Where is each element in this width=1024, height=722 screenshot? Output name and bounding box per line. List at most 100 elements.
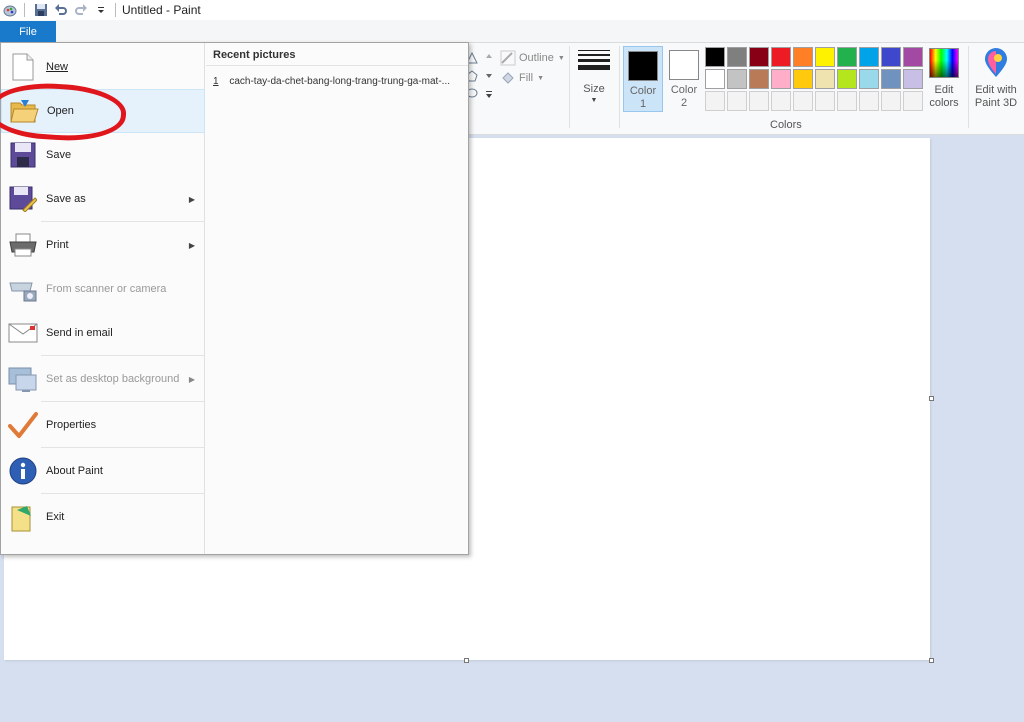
- palette-custom-slot[interactable]: [859, 91, 879, 111]
- save-icon[interactable]: [31, 1, 51, 19]
- redo-icon[interactable]: [71, 1, 91, 19]
- resize-handle-right[interactable]: [929, 396, 934, 401]
- customize-qat-icon[interactable]: [91, 1, 111, 19]
- desktop-monitor-icon: [7, 363, 39, 395]
- palette-color-swatch[interactable]: [859, 69, 879, 89]
- undo-icon[interactable]: [51, 1, 71, 19]
- menu-divider: [41, 401, 205, 402]
- exit-door-icon: [7, 501, 39, 533]
- scroll-up-icon[interactable]: [485, 52, 493, 60]
- palette-color-swatch[interactable]: [859, 47, 879, 67]
- size-dropdown-icon: ▼: [590, 97, 598, 104]
- resize-handle-bottom[interactable]: [464, 658, 469, 663]
- menu-item-set-desktop-background[interactable]: Set as desktop background ▶: [1, 357, 205, 401]
- shapes-group: Outline ▼ Fill ▼: [460, 48, 570, 124]
- paint3d-icon: [981, 48, 1011, 78]
- edit-colors-icon: [929, 48, 959, 78]
- palette-custom-slot[interactable]: [705, 91, 725, 111]
- color1-label: Color 1: [629, 85, 657, 110]
- fill-label: Fill: [519, 72, 534, 84]
- file-tab[interactable]: File: [0, 21, 56, 42]
- menu-item-open[interactable]: Open: [1, 89, 205, 133]
- menu-label: Save as: [46, 193, 86, 205]
- color2-label: Color 2: [670, 84, 698, 109]
- resize-handle-corner[interactable]: [929, 658, 934, 663]
- menu-label: Set as desktop background: [46, 373, 180, 385]
- outline-label: Outline: [519, 52, 554, 64]
- email-envelope-icon: [7, 317, 39, 349]
- submenu-arrow-icon: ▶: [188, 240, 195, 250]
- menu-label: Exit: [46, 511, 65, 523]
- menu-label: Open: [47, 105, 74, 117]
- colors-group-label: Colors: [770, 119, 802, 131]
- palette-custom-slot[interactable]: [837, 91, 857, 111]
- palette-color-swatch[interactable]: [837, 69, 857, 89]
- file-menu: New Open Save Save as ▶ Print ▶ From sca…: [0, 42, 469, 555]
- menu-item-save-as[interactable]: Save as ▶: [1, 177, 205, 221]
- color2-button[interactable]: Color 2: [664, 46, 704, 112]
- recent-item[interactable]: 1 cach-tay-da-chet-bang-long-trang-trung…: [213, 76, 465, 87]
- palette-color-swatch[interactable]: [749, 69, 769, 89]
- scroll-down-icon[interactable]: [485, 72, 493, 80]
- ribbon-group-separator: [569, 46, 570, 128]
- palette-color-swatch[interactable]: [705, 47, 725, 67]
- edit-paint3d-button[interactable]: Edit with Paint 3D: [970, 48, 1022, 118]
- palette-color-swatch[interactable]: [793, 69, 813, 89]
- menu-label: New: [46, 61, 69, 73]
- palette-color-swatch[interactable]: [727, 47, 747, 67]
- palette-color-swatch[interactable]: [771, 47, 791, 67]
- palette-color-swatch[interactable]: [837, 47, 857, 67]
- color1-button[interactable]: Color 1: [623, 46, 663, 112]
- menu-item-exit[interactable]: Exit: [1, 495, 205, 539]
- menu-item-from-scanner[interactable]: From scanner or camera: [1, 267, 205, 311]
- palette-custom-slot[interactable]: [815, 91, 835, 111]
- menu-item-send-email[interactable]: Send in email: [1, 311, 205, 355]
- palette-color-swatch[interactable]: [727, 69, 747, 89]
- menu-item-properties[interactable]: Properties: [1, 403, 205, 447]
- menu-label: From scanner or camera: [46, 283, 167, 295]
- qat-separator: [115, 3, 116, 17]
- info-icon: [7, 455, 39, 487]
- edit-colors-button[interactable]: Edit colors: [920, 48, 968, 118]
- palette-color-swatch[interactable]: [815, 47, 835, 67]
- edit-paint3d-label: Edit with Paint 3D: [974, 84, 1018, 109]
- palette-custom-slot[interactable]: [793, 91, 813, 111]
- palette-color-swatch[interactable]: [705, 69, 725, 89]
- qat-separator: [24, 3, 25, 17]
- menu-label: Properties: [46, 419, 97, 431]
- menu-divider: [41, 493, 205, 494]
- color-palette: [705, 47, 923, 111]
- color1-swatch: [628, 51, 658, 81]
- palette-color-swatch[interactable]: [881, 47, 901, 67]
- paint-app-icon[interactable]: [0, 1, 20, 19]
- menu-divider: [41, 355, 205, 356]
- menu-label: Print: [46, 239, 69, 251]
- outline-dropdown-icon: ▼: [557, 54, 565, 62]
- save-disk-icon: [7, 139, 39, 171]
- menu-label: Save: [46, 149, 72, 161]
- palette-custom-slot[interactable]: [771, 91, 791, 111]
- palette-custom-slot[interactable]: [881, 91, 901, 111]
- checkmark-icon: [7, 409, 39, 441]
- recent-item-name: cach-tay-da-chet-bang-long-trang-trung-g…: [229, 76, 450, 87]
- menu-item-print[interactable]: Print ▶: [1, 223, 205, 267]
- palette-color-swatch[interactable]: [881, 69, 901, 89]
- palette-color-swatch[interactable]: [793, 47, 813, 67]
- outline-button[interactable]: Outline ▼: [500, 50, 565, 66]
- menu-item-new[interactable]: New: [1, 45, 205, 89]
- menu-item-save[interactable]: Save: [1, 133, 205, 177]
- palette-color-swatch[interactable]: [749, 47, 769, 67]
- palette-color-swatch[interactable]: [771, 69, 791, 89]
- palette-custom-slot[interactable]: [727, 91, 747, 111]
- title-bar: Untitled - Paint: [0, 0, 1024, 20]
- fill-icon: [502, 72, 514, 84]
- size-button[interactable]: Size ▼: [576, 48, 612, 112]
- palette-color-swatch[interactable]: [815, 69, 835, 89]
- fill-button[interactable]: Fill ▼: [500, 70, 544, 86]
- submenu-arrow-icon: ▶: [188, 374, 195, 384]
- edit-colors-label: Edit colors: [929, 84, 959, 109]
- palette-custom-slot[interactable]: [749, 91, 769, 111]
- recent-item-number: 1: [213, 76, 219, 87]
- shapes-expand-icon[interactable]: [485, 90, 493, 100]
- menu-item-about[interactable]: About Paint: [1, 449, 205, 493]
